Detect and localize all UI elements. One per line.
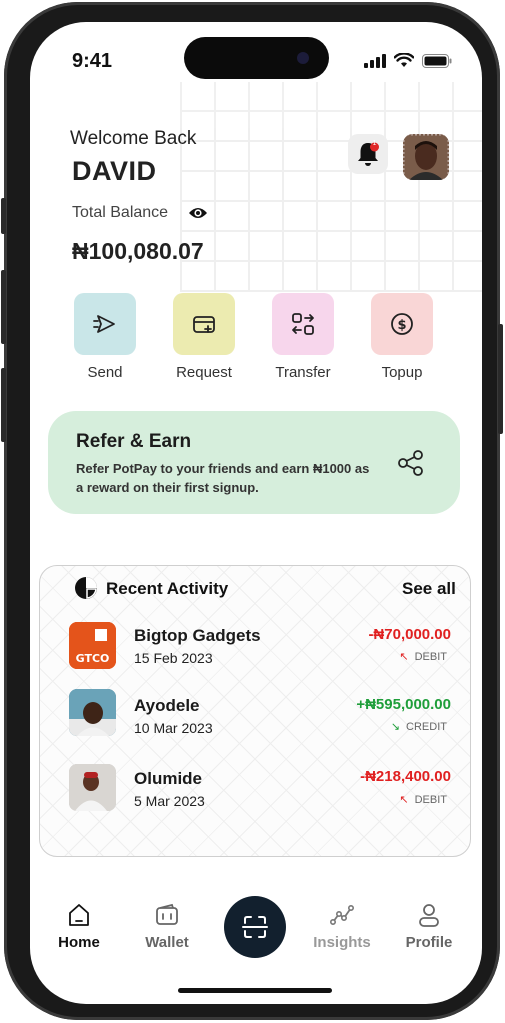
insights-icon [329, 904, 354, 925]
transfer-icon [292, 313, 314, 335]
ayodele-avatar [69, 689, 116, 736]
request-label: Request [176, 364, 232, 381]
signal-icon [364, 53, 386, 68]
nav-home-label: Home [58, 934, 100, 951]
transaction-type-label: CREDIT [406, 720, 447, 733]
transaction-name: Ayodele [134, 696, 200, 715]
nav-profile[interactable]: Profile [389, 902, 469, 951]
see-all-link[interactable]: See all [402, 579, 456, 599]
transaction-amount: -₦218,400.00 [360, 768, 451, 785]
wallet-icon [156, 903, 178, 925]
status-time: 9:41 [72, 50, 113, 72]
transfer-button[interactable] [272, 293, 334, 355]
wifi-icon [394, 53, 414, 67]
transaction-name: Bigtop Gadgets [134, 626, 261, 645]
transaction-type-label: DEBIT [414, 793, 447, 806]
nav-insights-label: Insights [313, 934, 371, 951]
request-icon [193, 316, 215, 333]
transaction-name: Olumide [134, 769, 203, 788]
svg-text:$: $ [397, 318, 406, 333]
nav-wallet-label: Wallet [145, 934, 189, 951]
status-icons [364, 53, 452, 68]
arrow-down-right-icon: ↘ [390, 721, 401, 733]
volume-up-button [1, 270, 6, 344]
transaction-amount: +₦595,000.00 [356, 696, 451, 713]
share-button[interactable] [396, 448, 426, 483]
header-pattern [180, 82, 482, 292]
transaction-amount: -₦70,000.00 [368, 626, 451, 643]
transaction-date: 15 Feb 2023 [134, 650, 213, 666]
avatar-image [403, 134, 449, 180]
arrow-up-left-icon: ↖ [399, 651, 409, 663]
home-indicator[interactable] [178, 988, 332, 993]
battery-icon [422, 53, 452, 68]
transaction-type-label: DEBIT [414, 650, 447, 663]
notification-button[interactable]: 1 [348, 134, 388, 174]
gtco-logo-text: GTCO [76, 652, 110, 665]
send-label: Send [87, 364, 123, 381]
activity-icon [74, 576, 98, 605]
profile-icon [419, 904, 439, 927]
welcome-text: Welcome Back [70, 128, 197, 149]
dynamic-island [184, 37, 329, 79]
home-icon [69, 904, 89, 926]
refer-description: Refer PotPay to your friends and earn ₦1… [76, 461, 370, 495]
balance-amount: ₦100,080.07 [72, 238, 204, 264]
gtco-logo: GTCO [69, 622, 116, 669]
transaction-type: ↘ CREDIT [390, 720, 447, 734]
request-button[interactable] [173, 293, 235, 355]
volume-down-button [1, 368, 6, 442]
nav-home[interactable]: Home [39, 902, 119, 951]
total-balance-label: Total Balance [72, 204, 169, 221]
scan-icon [242, 916, 268, 938]
notification-badge: 1 [372, 140, 377, 147]
bell-icon [358, 142, 379, 166]
refer-title: Refer & Earn [76, 431, 192, 452]
send-button[interactable] [74, 293, 136, 355]
transaction-date: 10 Mar 2023 [134, 720, 213, 736]
eye-icon [189, 208, 207, 218]
share-icon [398, 450, 423, 476]
recent-activity-title: Recent Activity [106, 579, 229, 598]
transaction-type: ↖ DEBIT [399, 650, 447, 664]
arrow-up-left-icon: ↖ [399, 794, 409, 806]
nav-wallet[interactable]: Wallet [127, 902, 207, 951]
transaction-date: 5 Mar 2023 [134, 793, 205, 809]
toggle-balance-visibility[interactable] [188, 206, 208, 225]
profile-avatar[interactable] [403, 134, 449, 180]
scan-button[interactable] [224, 896, 286, 958]
phone-frame: 9:41 Welcome Back DAVID 1 Total Balance … [1, 2, 503, 1020]
topup-button[interactable]: $ [371, 293, 433, 355]
transfer-label: Transfer [275, 364, 331, 381]
power-button [498, 324, 503, 434]
topup-icon: $ [391, 313, 413, 335]
action-button [1, 198, 6, 234]
topup-label: Topup [381, 364, 423, 381]
app-screen: 9:41 Welcome Back DAVID 1 Total Balance … [30, 22, 482, 1004]
send-icon [93, 315, 115, 333]
nav-insights[interactable]: Insights [302, 902, 382, 951]
nav-profile-label: Profile [405, 934, 453, 951]
olumide-avatar [69, 764, 116, 811]
transaction-type: ↖ DEBIT [399, 793, 447, 807]
user-name: DAVID [72, 156, 157, 186]
